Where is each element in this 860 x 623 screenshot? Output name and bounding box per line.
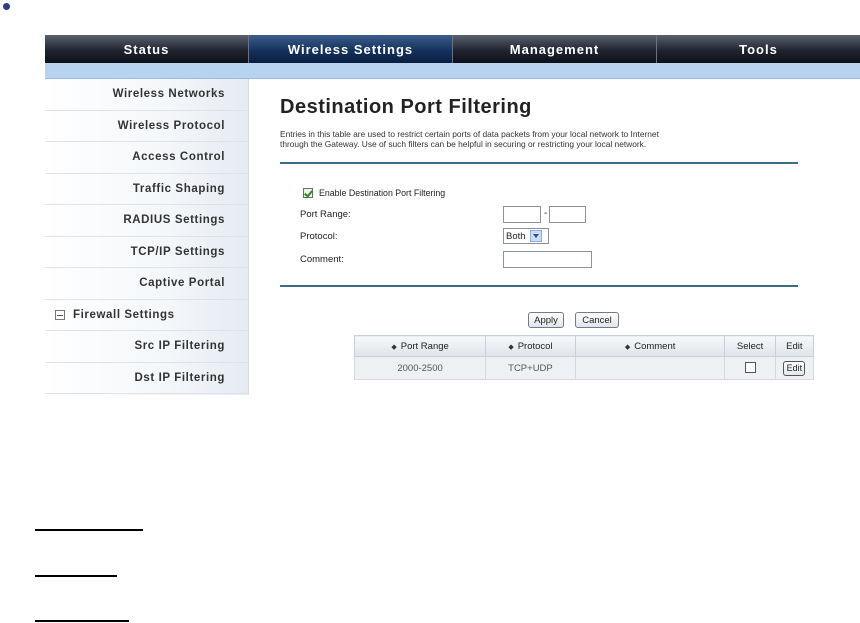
column-header-select: Select — [724, 335, 776, 357]
sub-navigation-bar — [45, 63, 860, 79]
port-range-end-input[interactable] — [549, 206, 586, 223]
column-header-protocol[interactable]: ◆ Protocol — [485, 335, 576, 357]
sidebar-item-dst-ip-filtering[interactable]: Dst IP Filtering — [45, 363, 248, 394]
router-ui-screenshot: Status Wireless Settings Management Tool… — [45, 35, 860, 395]
underline-blank — [35, 620, 129, 622]
sidebar-item-label: Firewall Settings — [73, 308, 175, 321]
cancel-button[interactable]: Cancel — [575, 312, 619, 328]
cell-port-range: 2000-2500 — [353, 356, 487, 380]
comment-input[interactable] — [503, 251, 592, 268]
sort-icon[interactable]: ◆ — [508, 344, 513, 351]
sort-icon[interactable]: ◆ — [391, 344, 396, 351]
sidebar-item-captive-portal[interactable]: Captive Portal — [45, 268, 248, 300]
sidebar-item-radius-settings[interactable]: RADIUS Settings — [45, 205, 248, 237]
port-range-separator: - — [544, 208, 548, 219]
table-header-row: ◆ Port Range ◆ Protocol ◆ Comment Select Ed… — [353, 335, 815, 357]
sidebar-item-firewall-settings[interactable]: Firewall Settings — [45, 300, 248, 331]
protocol-selected-value: Both — [506, 230, 526, 242]
port-filter-table: ◆ Port Range ◆ Protocol ◆ Comment Select Ed… — [353, 335, 815, 380]
sidebar-item-wireless-networks[interactable]: Wireless Networks — [45, 79, 248, 111]
collapse-minus-icon[interactable] — [55, 309, 65, 320]
main-content: Destination Port Filtering Entries in th… — [249, 79, 860, 395]
protocol-label: Protocol: — [300, 231, 338, 242]
cell-edit: Edit — [774, 356, 815, 380]
port-range-label: Port Range: — [300, 209, 351, 220]
underline-blank — [35, 529, 143, 531]
chevron-down-icon[interactable] — [529, 230, 542, 242]
sidebar-item-wireless-protocol[interactable]: Wireless Protocol — [45, 111, 248, 142]
cell-comment — [574, 356, 726, 380]
row-select-checkbox[interactable] — [744, 362, 756, 374]
underline-blank — [35, 575, 117, 577]
port-range-start-input[interactable] — [503, 206, 541, 223]
sidebar: Wireless Networks Wireless Protocol Acce… — [45, 79, 249, 395]
tab-wireless-settings[interactable]: Wireless Settings — [249, 35, 453, 63]
protocol-select[interactable]: Both — [503, 228, 549, 244]
cell-select — [724, 356, 776, 380]
column-header-comment[interactable]: ◆ Comment — [574, 335, 726, 357]
section-divider — [280, 285, 798, 287]
comment-label: Comment: — [300, 254, 344, 265]
description-line: Entries in this table are used to restri… — [280, 129, 659, 139]
enable-filter-checkbox[interactable] — [303, 188, 313, 198]
tab-tools[interactable]: Tools — [657, 35, 860, 63]
cell-protocol: TCP+UDP — [485, 356, 576, 380]
tab-management[interactable]: Management — [453, 35, 657, 63]
apply-button[interactable]: Apply — [528, 312, 564, 328]
description-line: through the Gateway. Use of such filters… — [280, 139, 647, 149]
table-row: 2000-2500 TCP+UDP Edit — [353, 356, 815, 380]
sort-icon[interactable]: ◆ — [625, 344, 630, 351]
sidebar-item-traffic-shaping[interactable]: Traffic Shaping — [45, 174, 248, 205]
sidebar-item-tcpip-settings[interactable]: TCP/IP Settings — [45, 237, 248, 268]
page-title: Destination Port Filtering — [280, 96, 532, 118]
sidebar-item-src-ip-filtering[interactable]: Src IP Filtering — [45, 331, 248, 363]
column-header-edit: Edit — [774, 335, 815, 357]
section-divider — [280, 162, 798, 164]
column-header-port-range[interactable]: ◆ Port Range — [353, 335, 487, 357]
sidebar-item-access-control[interactable]: Access Control — [45, 142, 248, 174]
page-description: Entries in this table are used to restri… — [280, 129, 810, 149]
document-page: Status Wireless Settings Management Tool… — [0, 0, 860, 623]
enable-filter-row[interactable]: Enable Destination Port Filtering — [303, 188, 445, 198]
enable-filter-label: Enable Destination Port Filtering — [319, 188, 446, 198]
bullet-dot-icon — [3, 3, 10, 10]
top-navigation: Status Wireless Settings Management Tool… — [45, 35, 860, 63]
tab-status[interactable]: Status — [45, 35, 249, 63]
row-edit-button[interactable]: Edit — [783, 360, 806, 376]
